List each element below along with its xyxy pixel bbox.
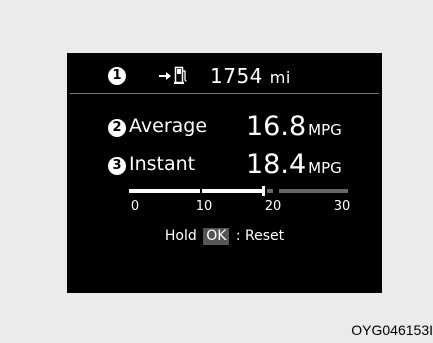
callout-badge-3: 3 xyxy=(108,157,126,175)
range-unit: mi xyxy=(269,68,291,87)
reset-prefix: Hold xyxy=(164,228,197,244)
gauge-needle xyxy=(262,186,266,196)
instant-fuel-gauge xyxy=(129,186,348,196)
gauge-tick-label: 10 xyxy=(195,199,213,214)
range-number: 1754 xyxy=(210,64,263,88)
instant-value: 18.4 MPG xyxy=(246,149,342,180)
divider xyxy=(70,93,379,94)
gauge-segment-filled xyxy=(202,189,264,193)
instant-label: Instant xyxy=(129,153,196,175)
reset-suffix: : Reset xyxy=(235,228,285,244)
reset-hint: Hold OK : Reset xyxy=(67,228,382,245)
instant-number: 18.4 xyxy=(246,149,307,180)
range-row: 1 1754 mi xyxy=(67,64,382,89)
callout-badge-2: 2 xyxy=(108,119,126,137)
cluster-display: 1 1754 mi 2 Average 16.8 MPG 3 Instant 18… xyxy=(67,53,382,293)
image-code: OYG046153I xyxy=(351,322,433,338)
average-value: 16.8 MPG xyxy=(246,111,342,142)
range-value: 1754 mi xyxy=(210,64,291,88)
gauge-segment-filled xyxy=(129,189,200,193)
fuel-pump-icon xyxy=(174,66,187,84)
callout-badge-1: 1 xyxy=(108,67,126,85)
average-unit: MPG xyxy=(308,121,342,139)
gauge-tick-label: 30 xyxy=(333,199,351,214)
gauge-segment-empty xyxy=(267,189,273,193)
ok-key: OK xyxy=(203,228,230,245)
gauge-segment-empty xyxy=(279,189,348,193)
gauge-tick-label: 0 xyxy=(130,199,140,214)
instant-row: 3 Instant 18.4 MPG xyxy=(67,149,382,181)
figure: 1 1754 mi 2 Average 16.8 MPG 3 Instant 18… xyxy=(0,0,433,343)
average-label: Average xyxy=(129,115,208,137)
average-row: 2 Average 16.8 MPG xyxy=(67,111,382,143)
instant-unit: MPG xyxy=(308,159,342,177)
average-number: 16.8 xyxy=(246,111,307,142)
arrow-right-icon xyxy=(159,72,171,80)
gauge-tick-label: 20 xyxy=(264,199,282,214)
